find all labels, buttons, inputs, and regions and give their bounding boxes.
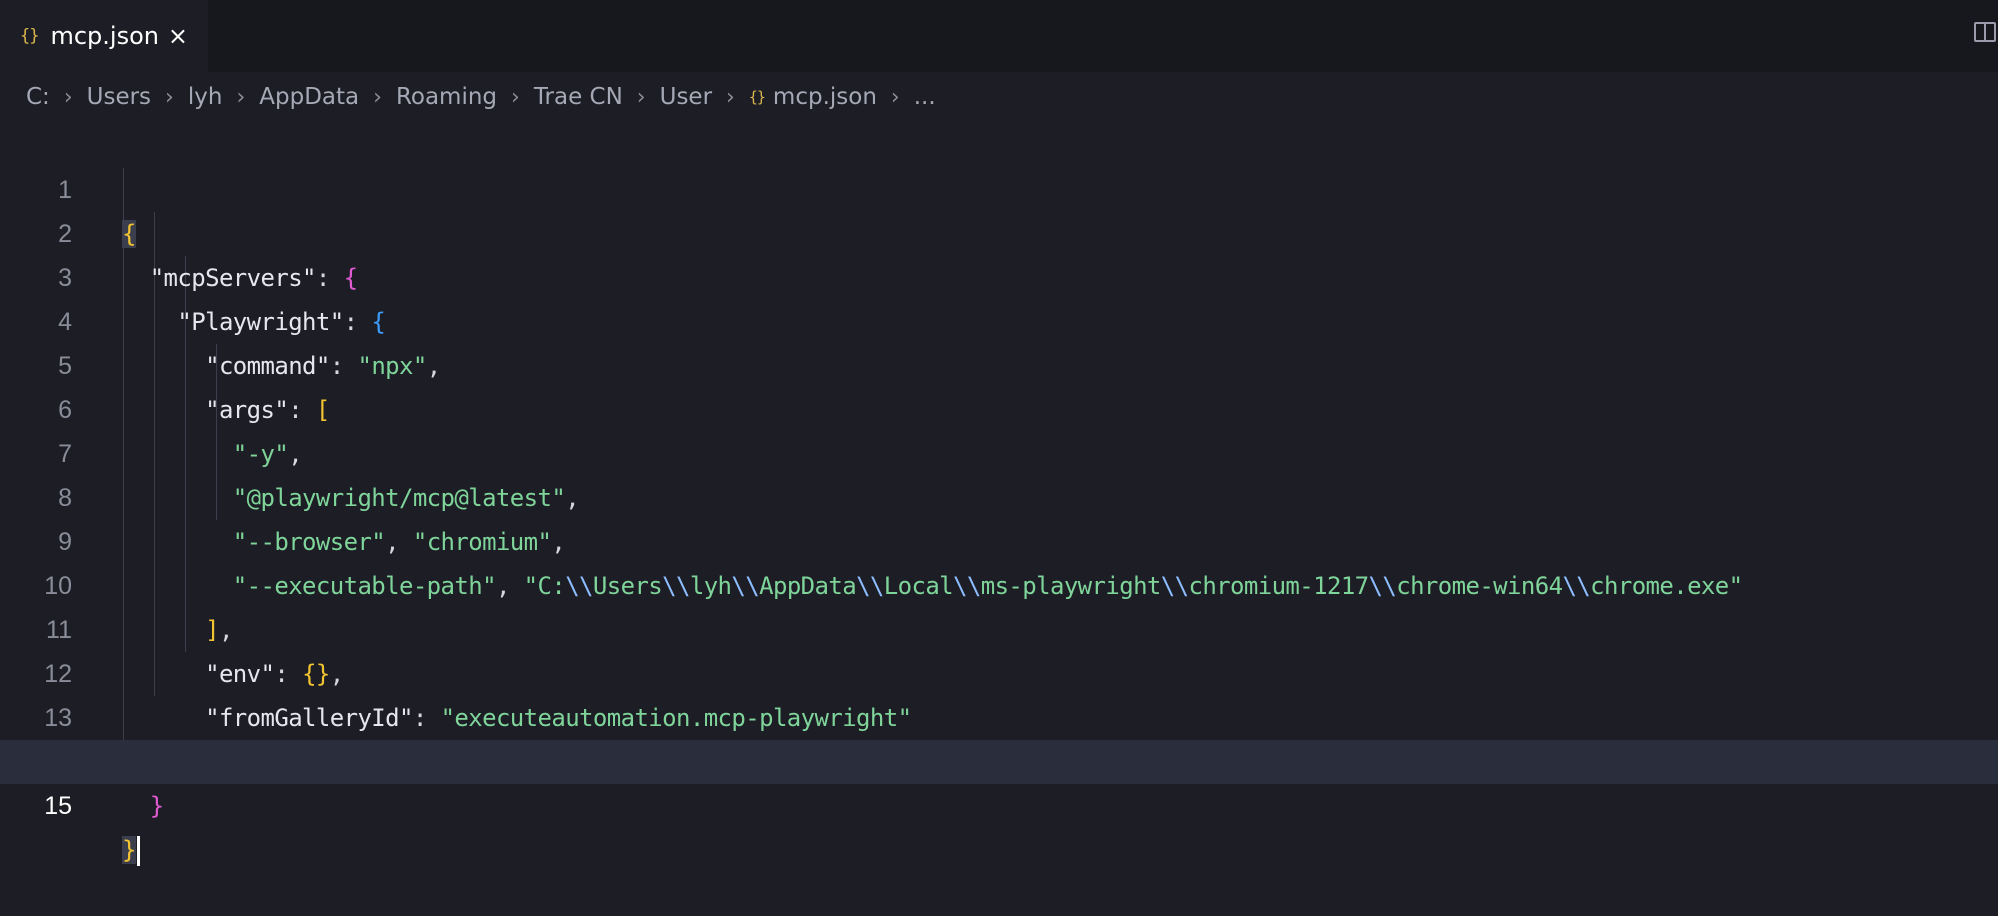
code-line: 2 "mcpServers": { <box>0 168 1998 292</box>
breadcrumb-item-lyh[interactable]: lyh <box>188 84 223 110</box>
code-line-current: 15 } <box>0 740 1998 866</box>
code-line: 11 "env": {}, <box>0 564 1998 688</box>
code-line: 13 } <box>0 652 1998 776</box>
line-content: } <box>149 792 164 820</box>
code-line: 12 "fromGalleryId": "executeautomation.m… <box>0 608 1998 732</box>
tab-bar: {} mcp.json × <box>0 0 1998 72</box>
code-line: 4 "command": "npx", <box>0 256 1998 380</box>
text-cursor <box>136 836 140 866</box>
line-content: } <box>122 828 140 872</box>
json-file-icon: {} <box>748 88 766 106</box>
breadcrumb-item-user[interactable]: User <box>660 84 712 110</box>
code-line: 6 "-y", <box>0 344 1998 468</box>
breadcrumb: C: › Users › lyh › AppData › Roaming › T… <box>26 80 936 114</box>
chevron-right-icon: › <box>726 84 735 110</box>
code-line: 8 "--browser", "chromium", <box>0 432 1998 556</box>
breadcrumb-item-roaming[interactable]: Roaming <box>396 84 497 110</box>
code-line: 5 "args": [ <box>0 300 1998 424</box>
chevron-right-icon: › <box>373 84 382 110</box>
breadcrumb-item-symbols[interactable]: ... <box>914 84 936 110</box>
close-icon[interactable]: × <box>168 22 188 50</box>
breadcrumb-item-file[interactable]: mcp.json <box>773 84 877 110</box>
breadcrumb-item-appdata[interactable]: AppData <box>259 84 359 110</box>
json-file-icon: {} <box>20 26 40 46</box>
chevron-right-icon: › <box>636 84 646 110</box>
code-editor[interactable]: 1 { 2 "mcpServers": { 3 "Playwright": { … <box>0 124 1998 866</box>
chevron-right-icon: › <box>236 84 246 110</box>
breadcrumb-item-users[interactable]: Users <box>87 84 151 110</box>
code-line: 9 "--executable-path", "C:\\Users\\lyh\\… <box>0 476 1998 600</box>
chevron-right-icon: › <box>165 84 174 110</box>
chevron-right-icon: › <box>63 84 73 110</box>
tab-label: mcp.json <box>50 22 159 50</box>
code-line: 10 ], <box>0 520 1998 644</box>
chevron-right-icon: › <box>890 84 900 110</box>
split-editor-icon[interactable] <box>1974 22 1996 42</box>
code-line: 7 "@playwright/mcp@latest", <box>0 388 1998 512</box>
line-number: 15 <box>44 792 72 820</box>
chevron-right-icon: › <box>511 84 520 110</box>
tab-mcp-json[interactable]: {} mcp.json × <box>0 0 208 72</box>
code-line: 14 } <box>0 696 1998 820</box>
code-line: 1 { <box>0 124 1998 248</box>
code-line: 3 "Playwright": { <box>0 212 1998 336</box>
breadcrumb-item-trae-cn[interactable]: Trae CN <box>534 84 623 110</box>
breadcrumb-item-drive[interactable]: C: <box>26 84 50 110</box>
